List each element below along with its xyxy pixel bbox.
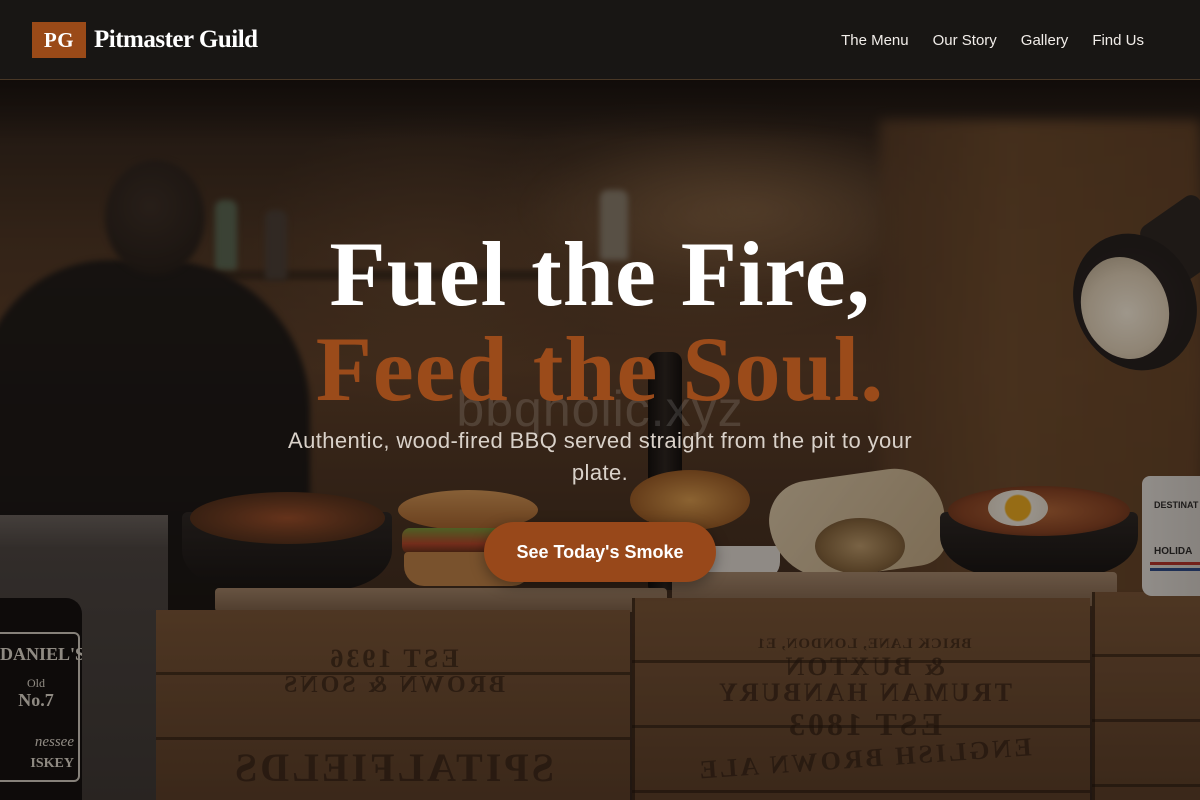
brand-logo[interactable]: PG: [32, 22, 86, 58]
nav-links: The Menu Our Story Gallery Find Us: [841, 0, 1144, 80]
hero-headline-line2: Feed the Soul.: [315, 318, 885, 420]
see-todays-smoke-button[interactable]: See Today's Smoke: [484, 522, 716, 582]
hero-subtitle: Authentic, wood-fired BBQ served straigh…: [288, 428, 912, 485]
nav-item-gallery[interactable]: Gallery: [1021, 32, 1069, 49]
nav-item-find-us[interactable]: Find Us: [1092, 32, 1144, 49]
nav-item-the-menu[interactable]: The Menu: [841, 32, 909, 49]
hero-section: DANIEL'S Old No.7 nessee ISKEY EST 1936 …: [0, 0, 1200, 800]
brand-name[interactable]: Pitmaster Guild: [94, 25, 258, 55]
top-navigation-bar: PG Pitmaster Guild The Menu Our Story Ga…: [0, 0, 1200, 80]
nav-item-our-story[interactable]: Our Story: [933, 32, 997, 49]
hero-headline: Fuel the Fire, Feed the Soul.: [0, 227, 1200, 417]
hero-headline-line1: Fuel the Fire,: [329, 223, 871, 325]
